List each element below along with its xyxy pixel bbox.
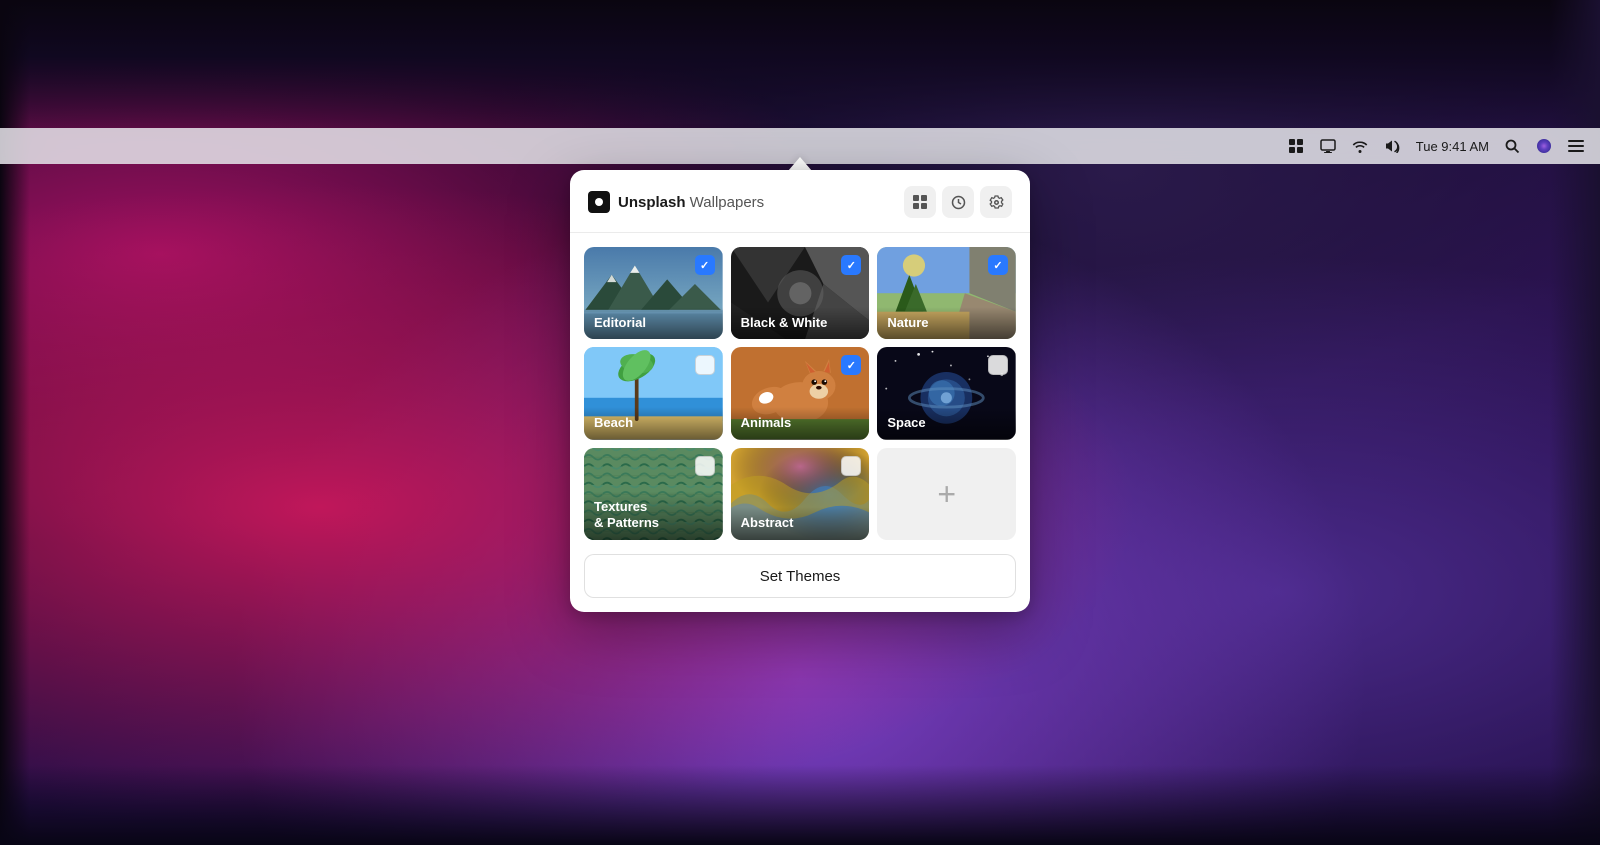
tile-label-blackwhite: Black & White (731, 307, 870, 340)
tile-label-beach: Beach (584, 407, 723, 440)
search-menu-icon[interactable] (1505, 139, 1520, 154)
menu-bar-items: Tue 9:41 AM (1288, 138, 1584, 154)
category-tile-editorial[interactable]: Editorial (584, 247, 723, 339)
brand-name: Unsplash (618, 194, 686, 211)
settings-button[interactable] (980, 186, 1012, 218)
menu-list-icon[interactable] (1568, 140, 1584, 152)
category-tile-blackwhite[interactable]: Black & White (731, 247, 870, 339)
tile-checkbox-editorial[interactable] (695, 255, 715, 275)
menu-bar-time: Tue 9:41 AM (1416, 139, 1489, 154)
tile-label-textures: Textures & Patterns (584, 491, 723, 541)
tile-checkbox-abstract[interactable] (841, 456, 861, 476)
category-tile-abstract[interactable]: Abstract (731, 448, 870, 540)
panel-title: Unsplash Wallpapers (618, 194, 764, 211)
tile-label-editorial: Editorial (584, 307, 723, 340)
tile-checkbox-nature[interactable] (988, 255, 1008, 275)
tile-label-abstract: Abstract (731, 507, 870, 540)
tile-label-nature: Nature (877, 307, 1016, 340)
add-category-icon: + (937, 476, 956, 513)
volume-menu-icon[interactable] (1384, 139, 1400, 153)
tile-checkbox-blackwhite[interactable] (841, 255, 861, 275)
tile-label-space: Space (877, 407, 1016, 440)
category-tile-beach[interactable]: Beach (584, 347, 723, 439)
set-themes-button[interactable]: Set Themes (584, 554, 1016, 598)
category-tile-space[interactable]: Space (877, 347, 1016, 439)
category-tile-add[interactable]: + (877, 448, 1016, 540)
grid-view-button[interactable] (904, 186, 936, 218)
panel-actions (904, 186, 1012, 218)
category-tile-animals[interactable]: Animals (731, 347, 870, 439)
popup-arrow (788, 157, 812, 171)
panel-header: Unsplash Wallpapers (570, 170, 1030, 233)
siri-menu-icon[interactable] (1536, 138, 1552, 154)
monitor-menu-icon[interactable] (1320, 138, 1336, 154)
tile-checkbox-animals[interactable] (841, 355, 861, 375)
bezel-top (0, 0, 1600, 140)
grid-menu-icon[interactable] (1288, 138, 1304, 154)
tile-checkbox-textures[interactable] (695, 456, 715, 476)
bezel-right (1550, 0, 1600, 845)
category-grid: Editorial Black & White (570, 233, 1030, 554)
category-tile-nature[interactable]: Nature (877, 247, 1016, 339)
wifi-menu-icon[interactable] (1352, 139, 1368, 153)
popup-panel: Unsplash Wallpapers (570, 170, 1030, 612)
tile-checkbox-space[interactable] (988, 355, 1008, 375)
category-tile-textures[interactable]: Textures & Patterns (584, 448, 723, 540)
unsplash-logo-icon (588, 191, 610, 213)
bezel-bottom (0, 765, 1600, 845)
bezel-left (0, 0, 30, 845)
brand-subtitle: Wallpapers (686, 194, 765, 211)
panel-logo: Unsplash Wallpapers (588, 191, 764, 213)
tile-label-animals: Animals (731, 407, 870, 440)
history-button[interactable] (942, 186, 974, 218)
tile-checkbox-beach[interactable] (695, 355, 715, 375)
